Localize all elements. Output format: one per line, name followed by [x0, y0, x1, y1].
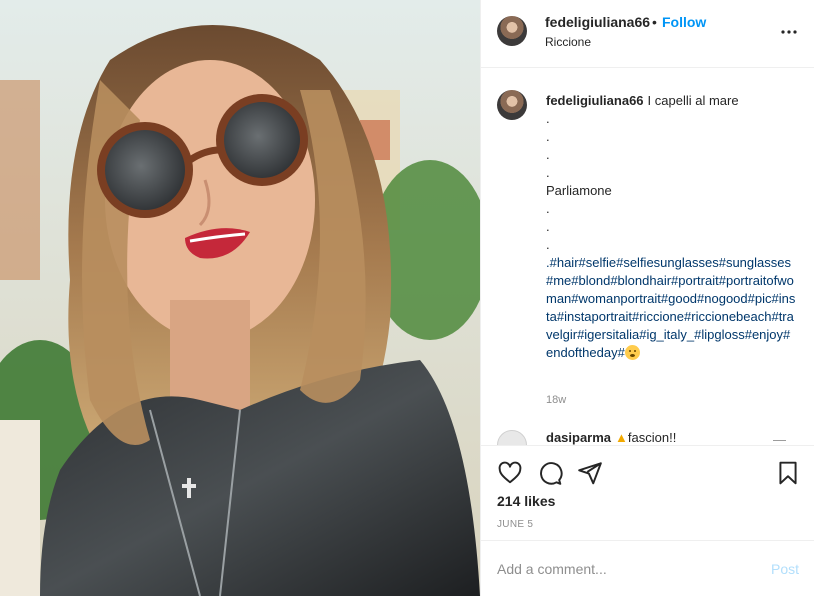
add-comment-bar: Post: [481, 540, 814, 597]
instagram-post: fedeligiuliana66 • Follow Riccione fedel…: [0, 0, 814, 596]
caption-dot: .: [546, 147, 550, 162]
caption-dot: .: [546, 129, 550, 144]
post-time[interactable]: 18w: [546, 394, 566, 406]
author-username[interactable]: fedeligiuliana66: [545, 14, 650, 30]
smiling-face-with-sunglasses-icon: [624, 345, 640, 360]
caption-dot: .: [546, 237, 550, 252]
portrait-illustration: [0, 0, 480, 596]
location-link[interactable]: Riccione: [545, 35, 591, 49]
caption-username[interactable]: fedeligiuliana66: [546, 93, 644, 108]
comment-item: dasiparma ▲fascion!!: [546, 430, 676, 445]
reply-username[interactable]: dasiparma: [546, 430, 611, 445]
separator-dot: •: [652, 14, 657, 30]
post-date[interactable]: JUNE 5: [497, 519, 533, 530]
bookmark-icon[interactable]: [775, 460, 801, 486]
caption: fedeligiuliana66 I capelli al mare . . . …: [546, 92, 796, 362]
comments-section[interactable]: fedeligiuliana66 I capelli al mare . . . …: [481, 68, 814, 445]
likes-count[interactable]: 214 likes: [497, 493, 555, 509]
caption-dot: .: [546, 165, 550, 180]
caption-middle: Parliamone: [546, 183, 612, 198]
share-icon[interactable]: [577, 460, 603, 486]
follow-button[interactable]: Follow: [662, 14, 706, 30]
caption-dot: .: [546, 111, 550, 126]
comment-like-icon[interactable]: —: [773, 432, 786, 445]
reply-avatar[interactable]: [497, 430, 527, 445]
post-header: fedeligiuliana66 • Follow Riccione: [481, 0, 814, 68]
author-avatar[interactable]: [497, 16, 527, 46]
caption-dot: .: [546, 219, 550, 234]
more-options-icon[interactable]: [777, 20, 801, 44]
post-photo[interactable]: [0, 0, 480, 596]
caption-dot: .: [546, 201, 550, 216]
clapping-hands-icon: ▲: [615, 430, 628, 445]
caption-avatar[interactable]: [497, 90, 527, 120]
caption-hashtags[interactable]: .#hair#selfie#selfiesunglasses#sunglasse…: [546, 255, 795, 360]
reply-text: fascion!!: [627, 430, 677, 445]
post-actions: 214 likes JUNE 5: [481, 445, 814, 540]
comment-icon[interactable]: [537, 460, 563, 486]
heart-icon[interactable]: [497, 460, 523, 486]
post-sidebar: fedeligiuliana66 • Follow Riccione fedel…: [480, 0, 814, 596]
caption-text: I capelli al mare: [647, 93, 739, 108]
comment-input[interactable]: [497, 557, 747, 581]
post-comment-button[interactable]: Post: [771, 561, 799, 577]
